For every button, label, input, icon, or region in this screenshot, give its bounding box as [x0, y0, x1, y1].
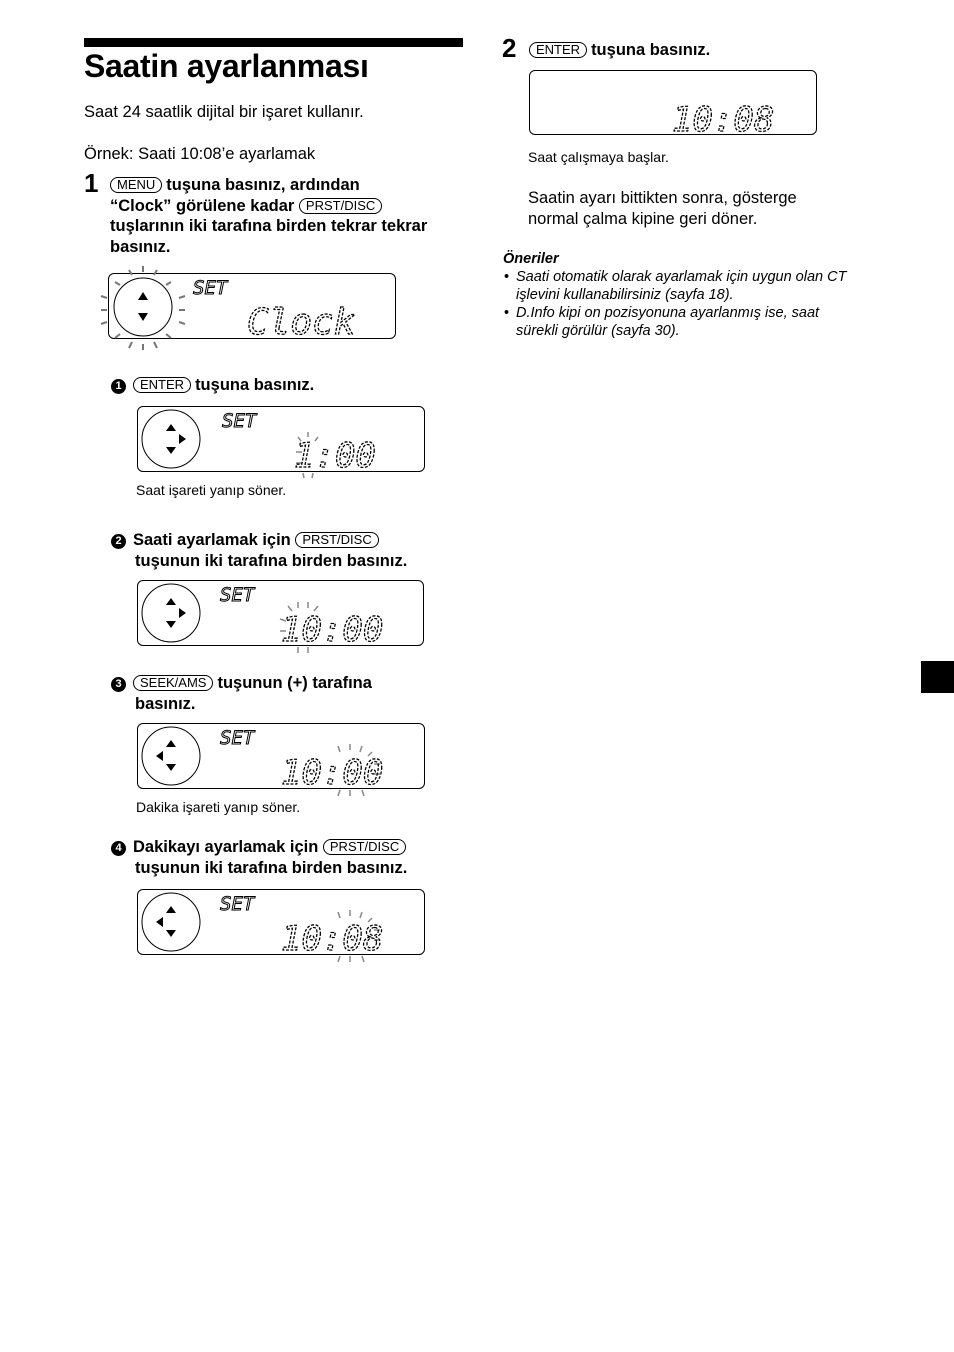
- enter-key: ENTER: [529, 42, 588, 58]
- menu-key: MENU: [110, 177, 163, 193]
- arrow-down-icon: [166, 930, 176, 937]
- step-2-text: tuşuna basınız.: [591, 41, 711, 59]
- step-1-text-a: tuşuna basınız, ardından: [166, 176, 360, 194]
- arrow-left-icon: [156, 917, 163, 927]
- enter-key: ENTER: [133, 377, 192, 393]
- substep-marker-2: 2: [111, 534, 126, 549]
- step-2-note-line-2: normal çalma kipine geri döner.: [528, 210, 758, 228]
- substep-1-caption: Saat işareti yanıp söner.: [136, 482, 287, 498]
- substep-3-text-b: basınız.: [135, 694, 196, 713]
- lcd-label-set: SET: [193, 277, 229, 299]
- tip-line: işlevini kullanabilirsiniz (sayfa 18).: [516, 287, 734, 303]
- lcd-display-substep-2: SET 10:00: [137, 580, 424, 653]
- arrow-up-icon: [166, 424, 176, 431]
- seek-ams-key: SEEK/AMS: [133, 675, 214, 691]
- substep-3-text-a: tuşunun (+) tarafına: [217, 674, 372, 692]
- lcd-display-final: 10:08: [529, 70, 817, 141]
- tips-section: Öneriler Saati otomatik olarak ayarlamak…: [503, 250, 893, 340]
- step-1-number: 1: [84, 168, 99, 198]
- lcd-value: 10:00: [281, 610, 383, 650]
- control-dial-icon: [141, 726, 201, 786]
- substep-marker-3: 3: [111, 677, 126, 692]
- substep-4-instruction: 4 Dakikayı ayarlamak için PRST/DISC tuşun…: [111, 837, 410, 878]
- control-dial-icon: [141, 409, 201, 469]
- arrow-down-icon: [166, 764, 176, 771]
- control-dial-icon: [141, 583, 201, 643]
- lcd-graphic: SET 10:00: [141, 583, 384, 653]
- substep-1-text: tuşuna basınız.: [195, 376, 315, 394]
- step-2-number: 2: [502, 33, 517, 63]
- arrow-left-icon: [156, 751, 163, 761]
- tip-item: Saati otomatik olarak ayarlamak için uyg…: [503, 268, 893, 304]
- tips-list: Saati otomatik olarak ayarlamak için uyg…: [503, 268, 893, 340]
- step-1-text-d: basınız.: [110, 237, 171, 256]
- substep-2-instruction: 2 Saati ayarlamak için PRST/DISC tuşunun …: [111, 530, 407, 571]
- lcd-value: 10:08: [672, 100, 774, 140]
- control-dial-icon: [141, 892, 201, 952]
- lcd-graphic: 10:08: [671, 99, 775, 140]
- control-dial-icon: [113, 277, 173, 337]
- step-1-text-c: tuşlarının iki tarafına birden tekrar te…: [110, 217, 428, 235]
- lcd-label-set: SET: [220, 893, 256, 915]
- step-1-instruction: MENU tuşuna basınız, ardından “Clock” gör…: [110, 175, 470, 257]
- arrow-up-icon: [166, 598, 176, 605]
- lcd-label-set: SET: [220, 727, 256, 749]
- prst-disc-key: PRST/DISC: [295, 532, 379, 548]
- substep-marker-1: 1: [111, 379, 126, 394]
- tip-line: sürekli görülür (sayfa 30).: [516, 323, 680, 339]
- substep-3-caption: Dakika işareti yanıp söner.: [136, 799, 301, 815]
- arrow-up-icon: [166, 906, 176, 913]
- lcd-label-set: SET: [222, 410, 258, 432]
- page-title: Saatin ayarlanması: [84, 48, 369, 84]
- step-2-note: Saatin ayarı bittikten sonra, gösterge n…: [528, 188, 797, 230]
- arrow-right-icon: [179, 434, 186, 444]
- lcd-graphic: SET Clock: [100, 266, 356, 350]
- arrow-down-icon: [166, 621, 176, 628]
- substep-1-instruction: 1 ENTER tuşuna basınız.: [111, 375, 314, 396]
- substep-4-text-b: tuşunun iki tarafına birden basınız.: [135, 858, 408, 877]
- step-2-note-line-1: Saatin ayarı bittikten sonra, gösterge: [528, 189, 797, 207]
- tip-item: D.Info kipi on pozisyonuna ayarlanmış is…: [503, 304, 893, 340]
- arrow-right-icon: [179, 608, 186, 618]
- step-2-instruction: ENTER tuşuna basınız.: [529, 40, 710, 61]
- tips-heading: Öneriler: [503, 251, 559, 267]
- tip-line: D.Info kipi on pozisyonuna ayarlanmış is…: [516, 305, 820, 321]
- arrow-up-icon: [166, 740, 176, 747]
- lcd-value: 10:00: [281, 753, 383, 793]
- lcd-label-set: SET: [220, 584, 256, 606]
- lcd-display-clock: SET Clock: [100, 266, 396, 350]
- lcd-display-substep-3: SET 10:00: [137, 723, 425, 797]
- prst-disc-key: PRST/DISC: [322, 839, 407, 855]
- lcd-display-substep-1: SET 1:00: [137, 406, 425, 479]
- lcd-graphic: SET 1:00: [141, 409, 377, 479]
- substep-marker-4: 4: [111, 841, 126, 856]
- prst-disc-key: PRST/DISC: [298, 197, 383, 214]
- step-2-caption: Saat çalışmaya başlar.: [528, 149, 669, 165]
- lcd-value: 10:08: [281, 919, 383, 959]
- substep-2-text-b: tuşunun iki tarafına birden basınız.: [135, 551, 408, 570]
- substep-3-instruction: 3 SEEK/AMS tuşunun (+) tarafına basınız.: [111, 673, 372, 714]
- substep-2-text-a: Saati ayarlamak için: [133, 531, 291, 549]
- substep-4-text-a: Dakikayı ayarlamak için: [133, 838, 319, 856]
- lcd-graphic: SET 10:08: [141, 892, 384, 963]
- lcd-graphic: SET 10:00: [141, 726, 384, 797]
- step-1-text-b: “Clock” görülene kadar: [110, 196, 295, 215]
- tip-line: Saati otomatik olarak ayarlamak için uyg…: [516, 269, 847, 285]
- lcd-value: Clock: [247, 302, 356, 343]
- title-rule: [84, 38, 463, 47]
- example-text: Örnek: Saati 10:08’e ayarlamak: [84, 145, 316, 163]
- arrow-down-icon: [166, 447, 176, 454]
- intro-text: Saat 24 saatlik dijital bir işaret kulla…: [84, 103, 364, 121]
- lcd-value: 1:00: [294, 436, 376, 476]
- lcd-display-substep-4: SET 10:08: [137, 889, 425, 963]
- section-tab-marker: [921, 661, 954, 693]
